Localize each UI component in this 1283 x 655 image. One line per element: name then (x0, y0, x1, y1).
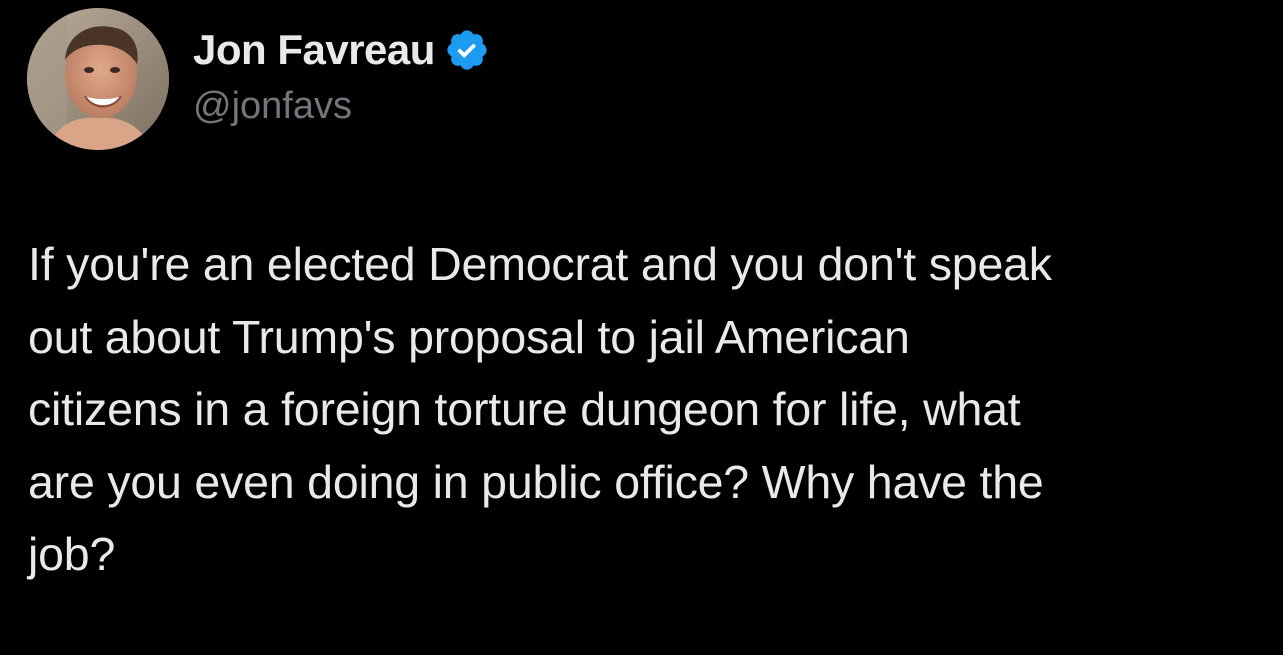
author-info: Jon Favreau @jonfavs (193, 24, 490, 130)
name-row: Jon Favreau (193, 24, 490, 76)
verified-badge-icon (444, 27, 490, 73)
profile-photo-icon (27, 8, 169, 150)
tweet-card: Jon Favreau @jonfavs If you're an electe… (0, 0, 1283, 655)
user-handle[interactable]: @jonfavs (193, 82, 490, 130)
avatar[interactable] (27, 8, 169, 150)
tweet-body-text: If you're an elected Democrat and you do… (28, 238, 1052, 580)
display-name[interactable]: Jon Favreau (193, 24, 435, 76)
